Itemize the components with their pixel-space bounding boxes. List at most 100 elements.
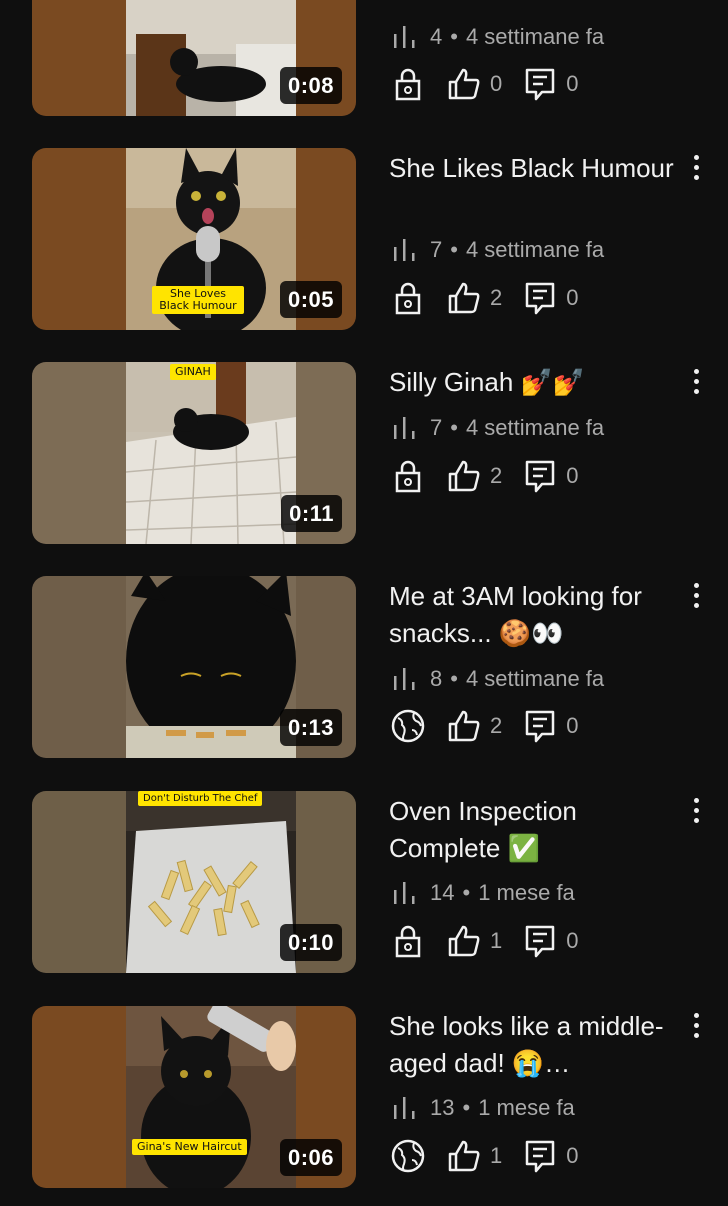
thumbnail-image (126, 576, 296, 758)
like-count: 2 (490, 285, 503, 310)
view-count: 7 (430, 237, 443, 262)
video-row[interactable]: She Loves Black Humour 0:05 She Likes Bl… (0, 148, 728, 348)
thumbnail-image (126, 791, 296, 973)
bar-chart-icon (394, 26, 415, 48)
video-thumbnail[interactable]: Gina's New Haircut 0:06 (32, 1006, 356, 1188)
comment-icon[interactable] (522, 458, 558, 494)
comment-icon[interactable] (522, 708, 558, 744)
video-actions: 2 0 (390, 278, 599, 318)
view-count: 7 (430, 415, 443, 440)
separator: • (462, 880, 471, 905)
upload-age: 4 settimane fa (465, 237, 605, 262)
video-title[interactable]: She looks like a middle-aged dad! 😭… (389, 1008, 679, 1082)
comment-icon[interactable] (522, 1138, 558, 1174)
bar-chart-icon (394, 239, 415, 261)
video-row[interactable]: Gina's New Haircut 0:06 She looks like a… (0, 1006, 728, 1206)
thumbs-up-icon[interactable] (446, 1138, 482, 1174)
thumbs-up-icon[interactable] (446, 923, 482, 959)
thumbnail-image (126, 0, 296, 116)
video-stats: 14 • 1 mese fa (392, 878, 575, 908)
comment-icon[interactable] (522, 923, 558, 959)
video-thumbnail[interactable]: 0:13 (32, 576, 356, 758)
video-stats: 4 • 4 settimane fa (392, 22, 604, 52)
like-count: 0 (490, 71, 503, 96)
thumbnail-image (126, 1006, 296, 1188)
video-actions: 1 0 (390, 1136, 599, 1176)
video-title[interactable]: Oven Inspection Complete ✅ (389, 793, 679, 867)
separator: • (450, 415, 458, 440)
bar-chart-icon (394, 1097, 415, 1119)
bar-chart-icon (394, 417, 415, 439)
more-options-icon[interactable] (686, 1013, 706, 1043)
more-options-icon[interactable] (686, 369, 706, 399)
bar-chart-icon (394, 668, 415, 690)
thumbnail-caption: Don't Disturb The Chef (138, 791, 263, 806)
view-count: 8 (430, 666, 443, 691)
video-title[interactable]: Silly Ginah 💅💅 (389, 364, 679, 401)
video-thumbnail[interactable]: GINAH 0:11 (32, 362, 356, 544)
thumbnail-image (126, 362, 296, 544)
thumbs-up-icon[interactable] (446, 458, 482, 494)
upload-age: 1 mese fa (478, 1095, 575, 1120)
lock-icon[interactable] (390, 458, 426, 494)
comment-count: 0 (566, 713, 579, 738)
video-actions: 0 0 (390, 64, 599, 104)
duration-badge: 0:13 (279, 709, 342, 746)
video-thumbnail[interactable]: 0:08 (32, 0, 356, 116)
more-options-icon[interactable] (686, 583, 706, 613)
view-count: 14 (430, 880, 455, 905)
comment-count: 0 (566, 71, 579, 96)
video-title[interactable]: She Likes Black Humour (389, 150, 679, 187)
lock-icon[interactable] (390, 280, 426, 316)
duration-badge: 0:10 (279, 924, 342, 961)
video-stats: 13 • 1 mese fa (392, 1093, 575, 1123)
thumbs-up-icon[interactable] (446, 708, 482, 744)
more-options-icon[interactable] (686, 155, 706, 185)
video-actions: 2 0 (390, 456, 599, 496)
upload-age: 4 settimane fa (465, 666, 605, 691)
duration-badge: 0:08 (279, 67, 342, 104)
lock-icon[interactable] (390, 66, 426, 102)
thumbnail-caption: Gina's New Haircut (132, 1139, 247, 1155)
comment-count: 0 (566, 1143, 579, 1168)
video-title[interactable]: Me at 3AM looking for snacks... 🍪👀 (389, 578, 679, 652)
video-thumbnail[interactable]: She Loves Black Humour 0:05 (32, 148, 356, 330)
upload-age: 1 mese fa (478, 880, 575, 905)
video-actions: 1 0 (390, 921, 599, 961)
thumbs-up-icon[interactable] (446, 280, 482, 316)
comment-icon[interactable] (522, 280, 558, 316)
upload-age: 4 settimane fa (465, 24, 605, 49)
comment-count: 0 (566, 285, 579, 310)
duration-badge: 0:06 (279, 1139, 342, 1176)
globe-icon[interactable] (390, 708, 426, 744)
video-thumbnail[interactable]: Don't Disturb The Chef 0:10 (32, 791, 356, 973)
video-stats: 8 • 4 settimane fa (392, 664, 604, 694)
video-stats: 7 • 4 settimane fa (392, 413, 604, 443)
video-row[interactable]: 0:13 Me at 3AM looking for snacks... 🍪👀 … (0, 576, 728, 776)
view-count: 4 (430, 24, 443, 49)
globe-icon[interactable] (390, 1138, 426, 1174)
view-count: 13 (430, 1095, 455, 1120)
like-count: 1 (490, 1143, 503, 1168)
video-actions: 2 0 (390, 706, 599, 746)
duration-badge: 0:05 (279, 281, 342, 318)
video-row[interactable]: 0:08 4 • 4 settimane fa 0 0 (0, 0, 728, 134)
duration-badge: 0:11 (281, 495, 342, 532)
thumbnail-caption: She Loves Black Humour (152, 286, 244, 314)
comment-count: 0 (566, 928, 579, 953)
video-row[interactable]: GINAH 0:11 Silly Ginah 💅💅 7 • 4 settiman… (0, 362, 728, 562)
lock-icon[interactable] (390, 923, 426, 959)
separator: • (450, 666, 458, 691)
video-row[interactable]: Don't Disturb The Chef 0:10 Oven Inspect… (0, 791, 728, 991)
bar-chart-icon (394, 882, 415, 904)
like-count: 1 (490, 928, 503, 953)
more-options-icon[interactable] (686, 798, 706, 828)
thumbs-up-icon[interactable] (446, 66, 482, 102)
separator: • (450, 237, 458, 262)
video-stats: 7 • 4 settimane fa (392, 235, 604, 265)
separator: • (450, 24, 458, 49)
like-count: 2 (490, 713, 503, 738)
comment-icon[interactable] (522, 66, 558, 102)
thumbnail-caption: GINAH (170, 364, 216, 380)
comment-count: 0 (566, 463, 579, 488)
